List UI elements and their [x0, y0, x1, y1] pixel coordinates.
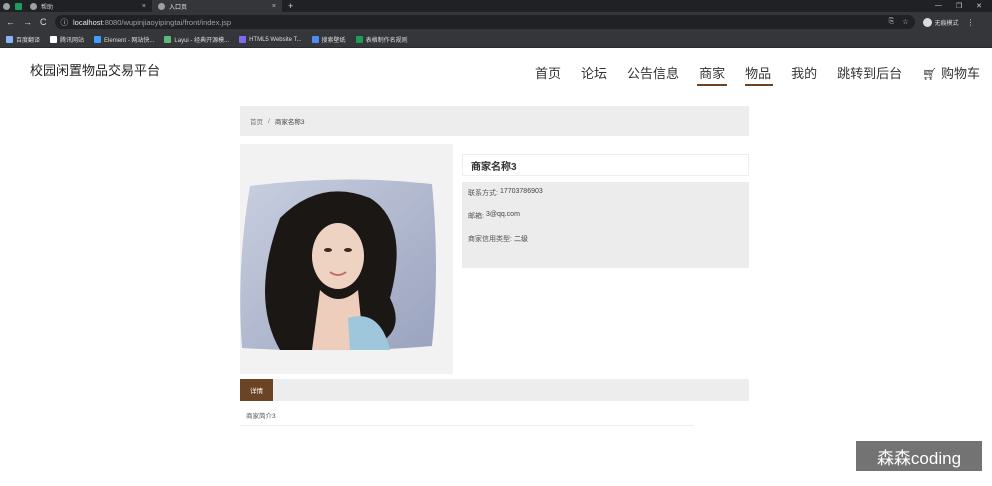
email-value: 3@qq.com — [485, 211, 520, 218]
close-tab-icon[interactable]: × — [142, 3, 146, 10]
bookmark-item[interactable]: 搜索壁纸 — [311, 35, 346, 44]
url-host: localhost — [73, 17, 103, 27]
site-title[interactable]: 校园闲置物品交易平台 — [30, 60, 160, 79]
bookmark-icon — [239, 36, 247, 43]
contact-value: 17703786903 — [499, 188, 543, 195]
bookmark-item[interactable]: HTML5 Website T... — [239, 36, 302, 43]
new-tab-button[interactable]: + — [282, 1, 299, 11]
bookmark-item[interactable]: Layui - 经典开源模... — [164, 35, 229, 44]
close-tab-icon[interactable]: × — [272, 3, 276, 10]
star-icon[interactable]: ☆ — [902, 18, 908, 26]
reload-icon[interactable]: C — [40, 17, 47, 27]
bookmark-item[interactable]: 表格制作名规则 — [355, 35, 408, 44]
browser-tab-entry[interactable]: 入口页 × — [152, 0, 282, 12]
merchant-name: 商家名称3 — [462, 154, 749, 176]
bookmark-icon — [6, 36, 13, 43]
browser-tab-pinned-1[interactable] — [0, 0, 12, 12]
window-controls: — ❐ ✕ — [935, 2, 992, 10]
profile-label: 无痕模式 — [934, 20, 959, 27]
bookmark-icon — [164, 36, 172, 43]
bookmark-icon — [355, 36, 363, 43]
bookmark-label: Layui - 经典开源模... — [174, 38, 230, 44]
incognito-icon — [922, 17, 932, 27]
nav-announcements[interactable]: 公告信息 — [627, 63, 679, 82]
translate-icon[interactable]: ⎘ — [889, 18, 895, 26]
merchant-intro: 商家简介3 — [240, 404, 694, 426]
globe-icon — [2, 2, 10, 10]
nav-home[interactable]: 首页 — [535, 63, 561, 82]
url-path: :8080/wupinjiaoyipingtai/front/index.jsp — [102, 17, 232, 27]
browser-tab-pinned-2[interactable] — [12, 0, 24, 12]
credit-value: 二级 — [513, 236, 528, 243]
minimize-icon[interactable]: — — [935, 2, 942, 10]
back-arrow-icon[interactable]: ← — [6, 17, 15, 27]
menu-kebab-icon[interactable]: ⋮ — [967, 18, 975, 27]
bookmark-icon — [94, 36, 102, 43]
contact-label: 联系方式: — [468, 190, 498, 197]
merchant-info-panel: 联系方式: 17703786903 邮箱: 3@qq.com 商家信用类型: 二… — [462, 182, 749, 268]
browser-tab-strip: 帮助 × 入口页 × + — ❐ ✕ — [0, 0, 992, 12]
breadcrumb-current: 商家名称3 — [274, 119, 305, 126]
breadcrumb-home[interactable]: 首页 — [250, 116, 263, 126]
bookmark-label: 搜索壁纸 — [321, 38, 346, 44]
nav-forum[interactable]: 论坛 — [581, 63, 607, 82]
breadcrumb-separator: / — [268, 117, 270, 125]
bookmark-item[interactable]: 百度翻译 — [6, 35, 40, 44]
sheet-icon — [14, 2, 22, 10]
bookmarks-bar: 百度翻译 腾讯网站 Element - 网站快... Layui - 经典开源模… — [0, 32, 992, 48]
address-toolbar: ← → C ⓘ localhost:8080/wupinjiaoyipingta… — [0, 12, 992, 32]
bookmark-label: 腾讯网站 — [60, 38, 85, 44]
nav-merchants[interactable]: 商家 — [697, 63, 728, 86]
credit-row: 商家信用类型: 二级 — [468, 234, 743, 244]
merchant-photo — [240, 179, 436, 350]
credit-label: 商家信用类型: — [468, 236, 512, 243]
breadcrumb: 首页 / 商家名称3 — [240, 106, 749, 136]
watermark: 森森coding — [856, 441, 982, 471]
page-content: 校园闲置物品交易平台 首页 论坛 公告信息 商家 物品 我的 跳转到后台 🛒︎ … — [0, 48, 992, 486]
browser-tab-label: 入口页 — [169, 4, 188, 11]
info-icon[interactable]: ⓘ — [61, 17, 69, 28]
bookmark-item[interactable]: 腾讯网站 — [50, 35, 84, 44]
browser-tab-label: 帮助 — [41, 4, 54, 11]
main-nav: 首页 论坛 公告信息 商家 物品 我的 跳转到后台 🛒︎ 购物车 — [535, 54, 980, 86]
bookmark-label: HTML5 Website T... — [249, 36, 302, 43]
bookmark-icon — [311, 36, 319, 43]
browser-tab-help[interactable]: 帮助 × — [24, 0, 152, 12]
close-window-icon[interactable]: ✕ — [976, 2, 982, 10]
restore-icon[interactable]: ❐ — [956, 2, 962, 10]
tab-favicon-icon — [30, 2, 37, 10]
bookmark-label: Element - 网站快... — [104, 38, 155, 44]
nav-cart-label: 购物车 — [940, 66, 980, 81]
bookmark-label: 百度翻译 — [16, 38, 41, 44]
url-input[interactable]: ⓘ localhost:8080/wupinjiaoyipingtai/fron… — [54, 15, 915, 29]
tab-detail[interactable]: 详情 — [240, 379, 273, 401]
nav-mine[interactable]: 我的 — [791, 63, 817, 82]
bookmark-label: 表格制作名规则 — [365, 38, 408, 44]
nav-cart[interactable]: 🛒︎ 购物车 — [922, 63, 980, 82]
profile-button[interactable]: 无痕模式 — [922, 17, 959, 27]
bookmark-item[interactable]: Element - 网站快... — [94, 35, 154, 44]
forward-arrow-icon[interactable]: → — [23, 17, 32, 27]
nav-items[interactable]: 物品 — [739, 54, 774, 86]
globe-icon — [158, 2, 165, 10]
bookmark-icon — [50, 36, 58, 43]
email-label: 邮箱: — [468, 213, 484, 220]
contact-row: 联系方式: 17703786903 — [468, 188, 743, 198]
cart-icon: 🛒︎ — [922, 67, 938, 81]
email-row: 邮箱: 3@qq.com — [468, 211, 743, 221]
detail-tabs-strip — [240, 379, 749, 401]
nav-admin[interactable]: 跳转到后台 — [837, 63, 902, 82]
